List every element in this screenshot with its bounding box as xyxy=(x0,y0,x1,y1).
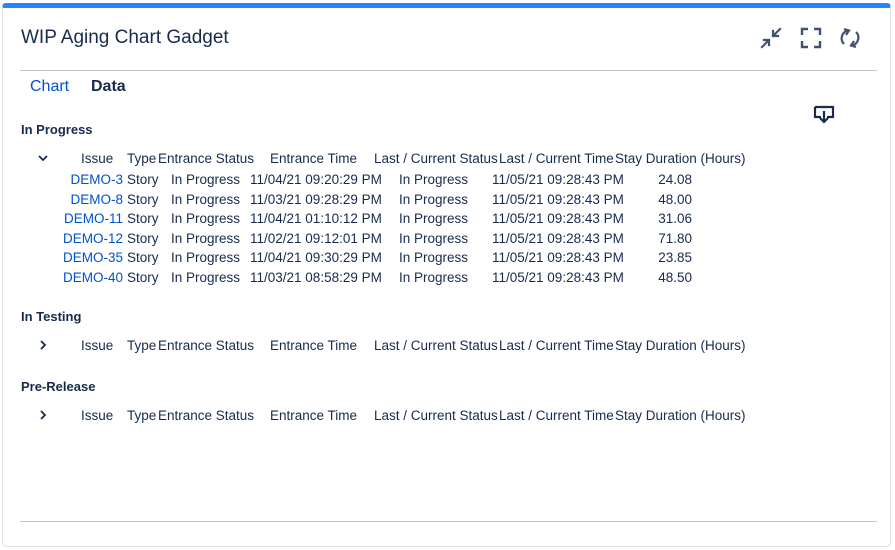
col-entrance-time: Entrance Time xyxy=(270,338,358,353)
col-issue: Issue xyxy=(81,151,114,166)
issue-link[interactable]: DEMO-12 xyxy=(63,231,123,246)
col-duration: Stay Duration (Hours) xyxy=(615,151,746,166)
cell-last-time: 11/05/21 09:28:43 PM xyxy=(492,211,624,227)
chevron-right-icon xyxy=(40,340,47,350)
cell-last-time: 11/05/21 09:28:43 PM xyxy=(492,270,624,285)
minimize-button[interactable] xyxy=(759,26,783,50)
cell-last-status: In Progress xyxy=(399,172,469,187)
section-title-pre-release: Pre-Release xyxy=(21,379,96,394)
col-issue: Issue xyxy=(81,408,114,423)
cell-entrance-status: In Progress xyxy=(171,211,241,227)
col-type: Type xyxy=(127,338,157,353)
issue-link[interactable]: DEMO-11 xyxy=(64,211,123,226)
cell-last-status: In Progress xyxy=(399,230,469,246)
cell-entrance-status: In Progress xyxy=(171,172,241,187)
tab-data[interactable]: Data xyxy=(91,78,126,96)
cell-type: Story xyxy=(127,211,159,227)
download-icon xyxy=(813,105,835,124)
cell-entrance-status: In Progress xyxy=(171,191,241,207)
cell-duration: 71.80 xyxy=(658,230,692,246)
col-last-status: Last / Current Status xyxy=(374,151,498,166)
section-toggle-in-progress[interactable] xyxy=(36,151,50,165)
cell-entrance-time: 11/03/21 09:28:29 PM xyxy=(250,191,382,207)
cell-entrance-status: In Progress xyxy=(171,230,241,246)
cell-type: Story xyxy=(127,230,159,246)
cell-entrance-time: 11/04/21 09:30:29 PM xyxy=(250,250,382,266)
cell-last-status: In Progress xyxy=(399,191,469,207)
issue-link[interactable]: DEMO-35 xyxy=(63,250,123,265)
col-type: Type xyxy=(127,151,157,166)
cell-entrance-status: In Progress xyxy=(171,250,241,266)
refresh-button[interactable] xyxy=(838,26,862,50)
header-divider xyxy=(20,70,877,71)
cell-type: Story xyxy=(127,172,159,187)
cell-last-status: In Progress xyxy=(399,270,469,285)
col-last-time: Last / Current Time xyxy=(499,338,614,353)
cell-type: Story xyxy=(127,191,159,207)
issue-link[interactable]: DEMO-3 xyxy=(70,172,123,187)
cell-last-time: 11/05/21 09:28:43 PM xyxy=(492,230,624,246)
cell-entrance-time: 11/04/21 09:20:29 PM xyxy=(250,172,382,187)
minimize-icon xyxy=(760,27,782,49)
tab-chart[interactable]: Chart xyxy=(30,78,69,96)
cell-last-status: In Progress xyxy=(399,250,469,266)
issue-link[interactable]: DEMO-8 xyxy=(70,192,123,207)
cell-entrance-status: In Progress xyxy=(171,270,241,285)
section-toggle-pre-release[interactable] xyxy=(36,408,50,422)
fullscreen-icon xyxy=(800,27,822,49)
col-last-time: Last / Current Time xyxy=(499,151,614,166)
refresh-icon xyxy=(840,27,860,49)
col-duration: Stay Duration (Hours) xyxy=(615,408,746,423)
section-title-in-progress: In Progress xyxy=(21,122,93,137)
col-entrance-status: Entrance Status xyxy=(158,151,255,166)
cell-duration: 23.85 xyxy=(658,250,692,266)
section-title-in-testing: In Testing xyxy=(21,309,82,324)
download-button[interactable] xyxy=(812,103,836,127)
col-type: Type xyxy=(127,408,157,423)
cell-entrance-time: 11/04/21 01:10:12 PM xyxy=(250,211,382,227)
cell-last-status: In Progress xyxy=(399,211,469,227)
col-entrance-time: Entrance Time xyxy=(270,408,358,423)
fullscreen-button[interactable] xyxy=(799,26,823,50)
col-last-status: Last / Current Status xyxy=(374,338,498,353)
col-entrance-status: Entrance Status xyxy=(158,338,255,353)
gadget-title: WIP Aging Chart Gadget xyxy=(21,27,229,48)
cell-last-time: 11/05/21 09:28:43 PM xyxy=(492,191,624,207)
col-last-status: Last / Current Status xyxy=(374,408,498,423)
cell-entrance-time: 11/02/21 09:12:01 PM xyxy=(250,230,382,246)
col-entrance-status: Entrance Status xyxy=(158,408,255,423)
col-duration: Stay Duration (Hours) xyxy=(615,338,746,353)
cell-duration: 48.00 xyxy=(658,191,692,207)
col-issue: Issue xyxy=(81,338,114,353)
col-entrance-time: Entrance Time xyxy=(270,151,358,166)
footer-divider xyxy=(20,521,877,522)
cell-duration: 24.08 xyxy=(658,172,692,187)
cell-type: Story xyxy=(127,250,159,266)
cell-entrance-time: 11/03/21 08:58:29 PM xyxy=(250,270,382,285)
col-last-time: Last / Current Time xyxy=(499,408,614,423)
cell-duration: 48.50 xyxy=(658,270,692,285)
cell-type: Story xyxy=(127,270,159,285)
chevron-down-icon xyxy=(38,155,48,162)
issue-link[interactable]: DEMO-40 xyxy=(63,270,123,285)
cell-duration: 31.06 xyxy=(658,211,692,227)
chevron-right-icon xyxy=(40,410,47,420)
section-toggle-in-testing[interactable] xyxy=(36,338,50,352)
cell-last-time: 11/05/21 09:28:43 PM xyxy=(492,250,624,266)
cell-last-time: 11/05/21 09:28:43 PM xyxy=(492,172,624,187)
